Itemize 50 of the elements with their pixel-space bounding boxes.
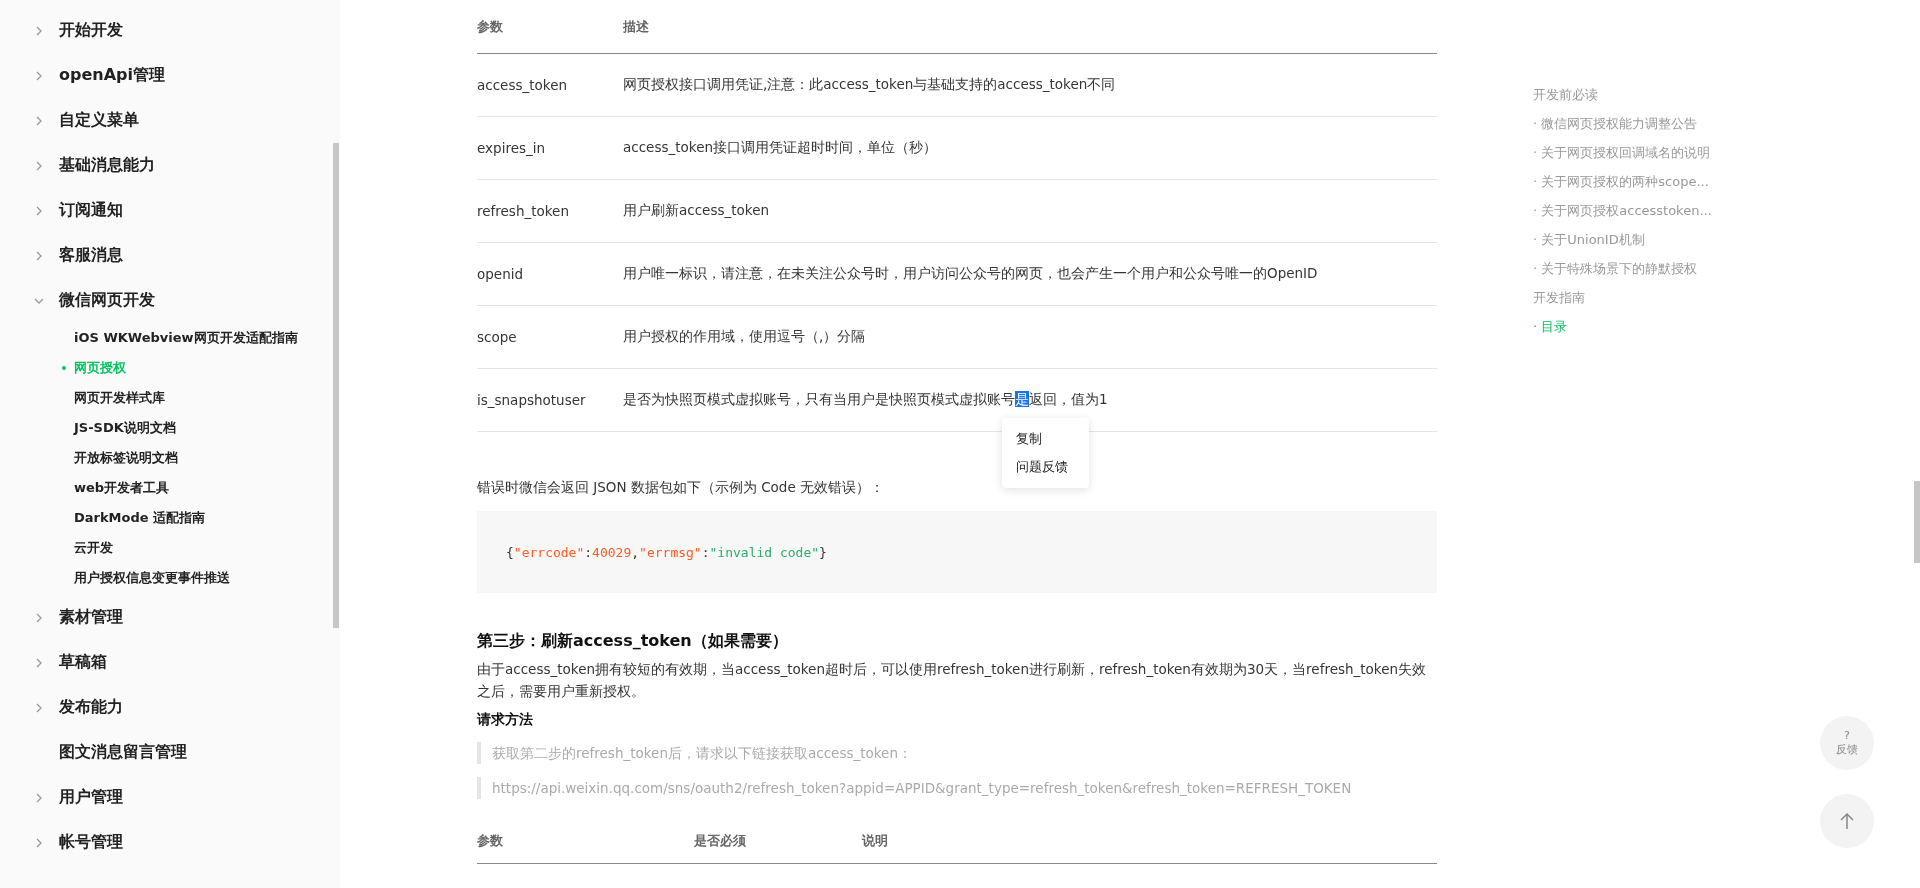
nav-item[interactable]: 图文消息留言管理 — [0, 730, 340, 775]
nav-item[interactable]: 草稿箱 — [0, 640, 340, 685]
nav-subitem[interactable]: iOS WKWebview网页开发适配指南 — [0, 323, 340, 353]
blockquote: https://api.weixin.qq.com/sns/oauth2/refresh_token?appid=APPID&grant_type=refresh_token&refresh_token=REFRESH_TOKEN — [477, 777, 1437, 799]
arrow-up-icon — [1839, 812, 1855, 830]
param-description: 用户唯一标识，请注意，在未关注公众号时，用户访问公众号的网页，也会产生一个用户和公众号唯一的OpenID — [623, 265, 1318, 281]
paragraph: 由于access_token拥有较短的有效期，当access_token超时后，可以使用refresh_token进行刷新，refresh_token有效期为30天，当refresh_token失效之后，需要用户重新授权。 — [477, 660, 1428, 701]
nav-item[interactable]: 帐号管理 — [0, 820, 340, 865]
column-header: 描述 — [623, 18, 649, 34]
nav-item[interactable]: 用户管理 — [0, 775, 340, 820]
param-name: openid — [477, 266, 523, 282]
nav-subitem[interactable]: 网页开发样式库 — [0, 383, 340, 413]
nav-subitem[interactable]: 云开发 — [0, 533, 340, 563]
blockquote: 获取第二步的refresh_token后，请求以下链接获取access_token： — [477, 742, 1437, 764]
nav-item[interactable]: 发布能力 — [0, 685, 340, 730]
nav-subitem[interactable]: 开放标签说明文档 — [0, 443, 340, 473]
nav-subitem[interactable]: 用户授权信息变更事件推送 — [0, 563, 340, 593]
paragraph: 错误时微信会返回 JSON 数据包如下（示例为 Code 无效错误）： — [477, 478, 885, 497]
column-header: 参数 — [477, 18, 503, 34]
scrollbar[interactable] — [1914, 481, 1920, 563]
subheading: 请求方法 — [477, 710, 534, 729]
param-name: is_snapshotuser — [477, 392, 586, 408]
nav-item[interactable]: 基础消息能力 — [0, 143, 340, 188]
nav-subitem[interactable]: DarkMode 适配指南 — [0, 503, 340, 533]
section-heading: 第三步：刷新access_token（如果需要） — [477, 630, 789, 652]
scrollbar[interactable] — [333, 143, 339, 628]
column-header: 参数 — [477, 833, 503, 848]
menu-item[interactable]: 问题反馈 — [1002, 453, 1089, 481]
nav-item[interactable]: 微信网页开发 — [0, 278, 340, 323]
column-header: 说明 — [862, 833, 888, 848]
param-description: 是否为快照页模式虚拟账号，只有当用户是快照页模式虚拟账号是返回，值为1 — [623, 391, 1108, 407]
nav-item[interactable]: 开始开发 — [0, 8, 340, 53]
nav-item[interactable]: 自定义菜单 — [0, 98, 340, 143]
param-description: 用户授权的作用域，使用逗号（,）分隔 — [623, 328, 866, 344]
param-name: access_token — [477, 77, 567, 93]
nav-item[interactable]: openApi管理 — [0, 53, 340, 98]
param-name: scope — [477, 329, 517, 345]
code-block: {"errcode":40029,"errmsg":"invalid code"} — [477, 511, 1437, 593]
nav-item[interactable]: 客服消息 — [0, 233, 340, 278]
param-name: refresh_token — [477, 203, 569, 219]
menu-item[interactable]: 复制 — [1002, 425, 1089, 453]
nav-item[interactable]: 素材管理 — [0, 595, 340, 640]
column-header: 是否必须 — [694, 833, 746, 848]
nav-subitem[interactable]: web开发者工具 — [0, 473, 340, 503]
nav-item[interactable]: 订阅通知 — [0, 188, 340, 233]
param-description: access_token接口调用凭证超时时间，单位（秒） — [623, 139, 937, 155]
param-description: 网页授权接口调用凭证,注意：此access_token与基础支持的access_token不同 — [623, 76, 1116, 92]
param-description: 用户刷新access_token — [623, 202, 769, 218]
nav-subitem[interactable]: JS-SDK说明文档 — [0, 413, 340, 443]
param-name: expires_in — [477, 140, 546, 156]
